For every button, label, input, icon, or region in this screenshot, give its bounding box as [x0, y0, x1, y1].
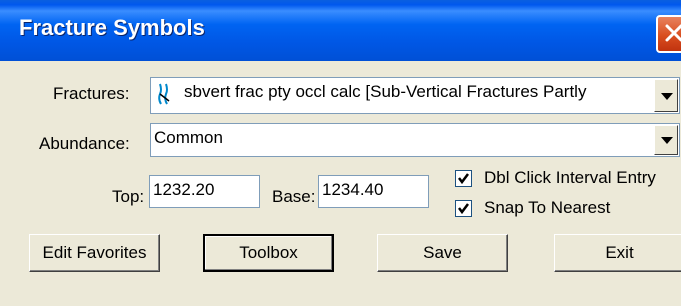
snap-to-nearest-label[interactable]: Snap To Nearest	[484, 198, 610, 218]
abundance-dropdown[interactable]: Common	[150, 123, 680, 157]
toolbox-button[interactable]: Toolbox	[203, 234, 334, 272]
fractures-label: Fractures:	[53, 84, 130, 103]
edit-favorites-button[interactable]: Edit Favorites	[29, 234, 160, 272]
exit-button[interactable]: Exit	[554, 234, 681, 272]
chevron-down-icon	[661, 93, 673, 100]
base-label: Base:	[272, 187, 316, 206]
snap-to-nearest-checkbox[interactable]	[455, 200, 472, 217]
title-bar[interactable]: Fracture Symbols	[0, 0, 681, 61]
dbl-click-interval-checkbox[interactable]	[455, 170, 472, 187]
fractures-dropdown[interactable]: sbvert frac pty occl calc [Sub-Vertical …	[150, 77, 680, 114]
close-button[interactable]	[656, 15, 681, 53]
window-title: Fracture Symbols	[19, 15, 205, 40]
abundance-label: Abundance:	[39, 134, 130, 153]
top-input[interactable]: 1232.20	[149, 175, 260, 208]
checkmark-icon	[458, 203, 469, 215]
dbl-click-interval-label[interactable]: Dbl Click Interval Entry	[484, 168, 656, 188]
base-input[interactable]: 1234.40	[318, 175, 429, 208]
fracture-symbol-icon	[157, 83, 173, 105]
fractures-dropdown-button[interactable]	[654, 79, 678, 112]
chevron-down-icon	[661, 137, 673, 144]
top-label: Top:	[112, 187, 145, 206]
fracture-symbols-dialog: Fracture Symbols Fractures: sbvert frac …	[0, 0, 681, 306]
fractures-value: sbvert frac pty occl calc [Sub-Vertical …	[184, 82, 587, 101]
close-icon	[665, 24, 681, 42]
abundance-dropdown-button[interactable]	[654, 125, 678, 155]
abundance-value: Common	[154, 128, 223, 147]
save-button[interactable]: Save	[377, 234, 508, 272]
checkmark-icon	[458, 173, 469, 185]
